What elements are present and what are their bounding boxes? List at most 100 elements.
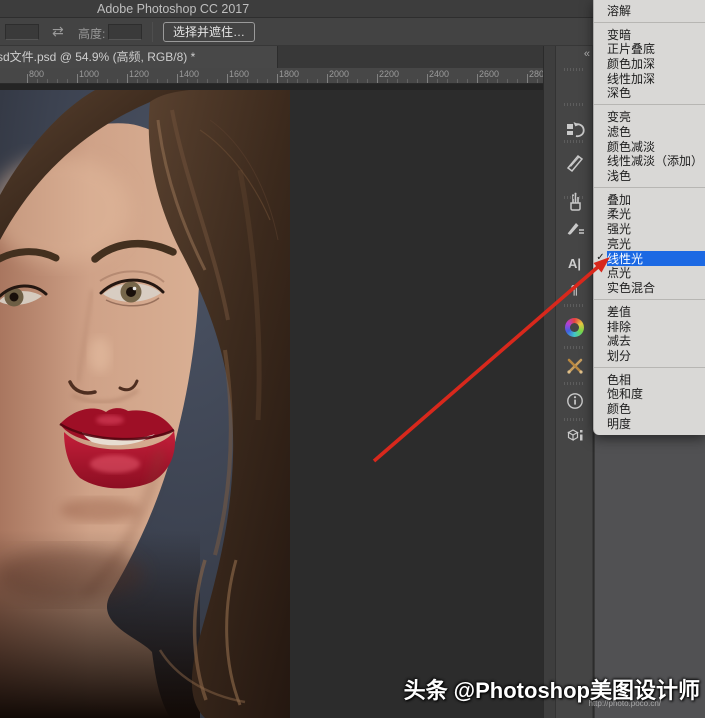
tool-presets-icon: [565, 356, 585, 376]
menu-item-label: 深色: [607, 86, 705, 101]
menu-divider: [594, 187, 705, 188]
libraries-panel-button[interactable]: [556, 423, 593, 449]
menu-item[interactable]: 滤色: [594, 124, 705, 139]
menu-item[interactable]: 减去: [594, 333, 705, 348]
vertical-scrollbar[interactable]: [543, 46, 556, 718]
menu-item-label: 线性加深: [607, 71, 705, 86]
brush-settings-icon: [565, 217, 585, 237]
menu-item[interactable]: 溶解: [594, 3, 705, 18]
brush-settings-button[interactable]: [556, 214, 593, 240]
menu-item[interactable]: 颜色: [594, 401, 705, 416]
blend-mode-menu: 溶解变暗正片叠底颜色加深线性加深深色变亮滤色颜色减淡线性减淡（添加）浅色叠加柔光…: [593, 0, 705, 435]
character-panel-button[interactable]: A|: [556, 250, 593, 276]
menu-item[interactable]: 正片叠底: [594, 41, 705, 56]
ruler-label: 800: [29, 69, 44, 79]
document-image-portrait[interactable]: [0, 90, 290, 718]
menu-item-label: 变亮: [607, 109, 705, 124]
ruler-label: 2600: [479, 69, 499, 79]
watermark-url: http://photo.poco.cn/: [589, 699, 662, 708]
menu-item-label: 溶解: [607, 3, 705, 18]
menu-item-label: 正片叠底: [607, 41, 705, 56]
menu-item[interactable]: 叠加: [594, 192, 705, 207]
info-panel-button[interactable]: [556, 388, 593, 414]
height-input[interactable]: [108, 24, 142, 40]
menu-item[interactable]: 明度: [594, 416, 705, 431]
menu-item-label: 颜色加深: [607, 56, 705, 71]
select-and-mask-button[interactable]: 选择并遮住…: [163, 22, 255, 42]
properties-panel-icon: [565, 153, 585, 173]
menu-item[interactable]: 点光: [594, 266, 705, 281]
info-panel-icon: [565, 391, 585, 411]
menu-item-label: 颜色减淡: [607, 139, 705, 154]
brushes-panel-button[interactable]: [556, 189, 593, 215]
menu-divider: [594, 367, 705, 368]
ruler-label: 1400: [179, 69, 199, 79]
menu-item[interactable]: 线性加深: [594, 71, 705, 86]
dock-grip[interactable]: [564, 103, 585, 106]
menu-item[interactable]: 差值: [594, 304, 705, 319]
menu-item-label: 划分: [607, 348, 705, 363]
collapse-panels-icon[interactable]: «: [584, 48, 589, 60]
menu-item-label: 浅色: [607, 168, 705, 183]
menu-item[interactable]: 实色混合: [594, 280, 705, 295]
menu-item[interactable]: 柔光: [594, 207, 705, 222]
ruler-label: 1600: [229, 69, 249, 79]
menu-item[interactable]: 变亮: [594, 109, 705, 124]
menu-item-label: 排除: [607, 319, 705, 334]
color-wheel-button[interactable]: [556, 314, 593, 340]
menu-item[interactable]: 变暗: [594, 27, 705, 42]
menu-item[interactable]: 划分: [594, 348, 705, 363]
document-tab-bar: sd文件.psd @ 54.9% (高频, RGB/8) *: [0, 46, 543, 68]
history-panel-icon: [565, 120, 585, 140]
menu-item-selected[interactable]: ✓线性光: [594, 251, 705, 266]
menu-item[interactable]: 色相: [594, 372, 705, 387]
menu-item[interactable]: 浅色: [594, 168, 705, 183]
menu-item-label: 柔光: [607, 207, 705, 222]
swap-dimensions-icon[interactable]: ⇄: [52, 23, 64, 40]
dock-grip[interactable]: [564, 382, 585, 385]
menu-item[interactable]: 颜色加深: [594, 56, 705, 71]
color-wheel-icon: [565, 318, 584, 337]
menu-divider: [594, 299, 705, 300]
menu-item[interactable]: 饱和度: [594, 387, 705, 402]
canvas-area[interactable]: 8001000120014001600180020002200240026002…: [0, 68, 543, 718]
panel-icon-dock: «: [556, 46, 593, 718]
menu-item-label: 亮光: [607, 236, 705, 251]
menu-item[interactable]: 强光: [594, 221, 705, 236]
dock-grip[interactable]: [564, 196, 585, 199]
checkmark-icon: ✓: [594, 253, 607, 263]
menu-item-label: 颜色: [607, 401, 705, 416]
ruler-label: 2200: [379, 69, 399, 79]
tool-presets-button[interactable]: [556, 353, 593, 379]
menu-item-label: 线性光: [607, 251, 705, 266]
menu-item-label: 点光: [607, 266, 705, 281]
dock-grip[interactable]: [564, 68, 585, 71]
menu-item[interactable]: 排除: [594, 319, 705, 334]
menu-item-label: 叠加: [607, 192, 705, 207]
menu-item-label: 明度: [607, 416, 705, 431]
menu-divider: [594, 22, 705, 23]
paragraph-panel-button[interactable]: ¶: [556, 276, 593, 302]
photoshop-window: Adobe Photoshop CC 2017 ⇄ 高度: 选择并遮住… sd文…: [0, 0, 705, 718]
menu-item[interactable]: 深色: [594, 86, 705, 101]
document-tab-title: sd文件.psd @ 54.9% (高频, RGB/8) *: [0, 50, 195, 64]
properties-panel-button[interactable]: [556, 150, 593, 176]
app-title: Adobe Photoshop CC 2017: [97, 2, 249, 16]
dock-grip[interactable]: [564, 140, 585, 143]
document-tab[interactable]: sd文件.psd @ 54.9% (高频, RGB/8) *: [0, 46, 278, 68]
dock-grip[interactable]: [564, 304, 585, 307]
height-label: 高度:: [78, 25, 105, 42]
menu-item-label: 差值: [607, 304, 705, 319]
ruler-label: 2000: [329, 69, 349, 79]
dock-grip[interactable]: [564, 418, 585, 421]
ruler-label: 1800: [279, 69, 299, 79]
menu-item[interactable]: 亮光: [594, 236, 705, 251]
menu-item[interactable]: 颜色减淡: [594, 139, 705, 154]
dock-grip[interactable]: [564, 346, 585, 349]
menu-item-label: 色相: [607, 372, 705, 387]
ruler-label: 1200: [129, 69, 149, 79]
menu-item[interactable]: 线性减淡（添加）: [594, 153, 705, 168]
character-panel-icon: A|: [568, 256, 581, 271]
width-input[interactable]: [5, 24, 39, 40]
libraries-panel-icon: [565, 426, 585, 446]
